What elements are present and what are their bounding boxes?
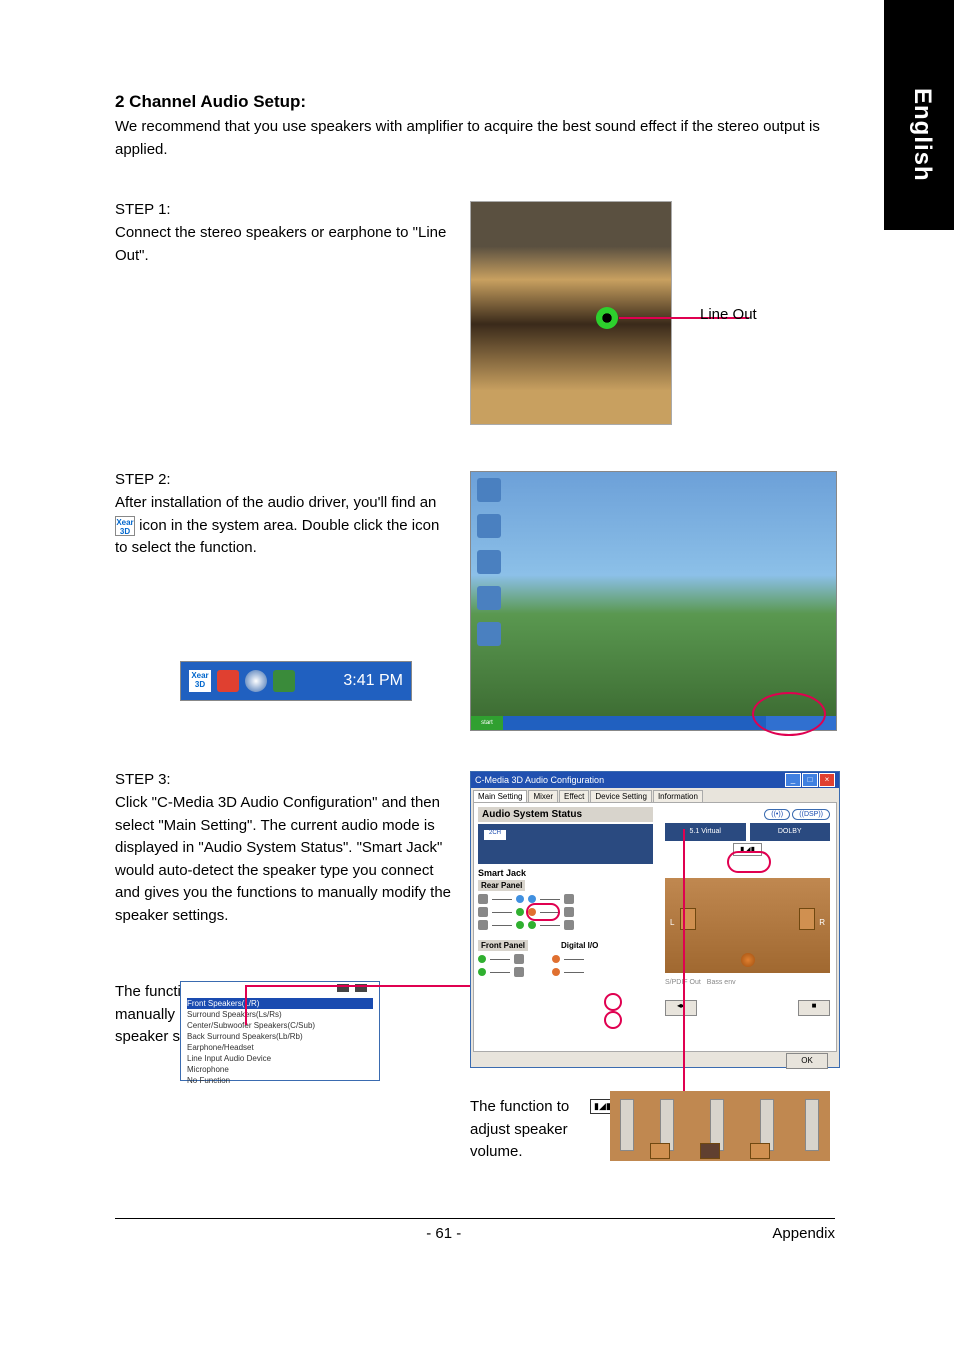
dropdown-option: Line Input Audio Device bbox=[187, 1053, 373, 1064]
play-button: ◂▸ bbox=[665, 1000, 697, 1016]
speaker-label: L bbox=[670, 918, 674, 927]
badge: DOLBY bbox=[750, 823, 831, 841]
dropdown-option: Center/Subwoofer Speakers(C/Sub) bbox=[187, 1020, 373, 1031]
intro-paragraph: We recommend that you use speakers with … bbox=[115, 116, 835, 161]
systray-screenshot: 3:41 PM bbox=[180, 661, 412, 701]
step3-block: STEP 3: Click "C-Media 3D Audio Configur… bbox=[115, 771, 835, 1191]
bassenv-label: Bass env bbox=[707, 979, 736, 986]
close-icon: × bbox=[819, 773, 835, 787]
volume-caption: The function to adjust speaker volume. bbox=[470, 1096, 585, 1164]
tray-clock: 3:41 PM bbox=[343, 672, 403, 690]
dropdown-option: Microphone bbox=[187, 1064, 373, 1075]
desktop-icon bbox=[477, 514, 501, 538]
rear-panel-label: Rear Panel bbox=[478, 880, 525, 891]
front-panel-label: Front Panel bbox=[478, 940, 528, 951]
desktop-icon bbox=[477, 586, 501, 610]
dropdown-option: Front Speakers(L/R) bbox=[187, 998, 373, 1009]
badge: 5.1 Virtual bbox=[665, 823, 746, 841]
dropdown-screenshot: Front Speakers(L/R) Surround Speakers(Ls… bbox=[180, 981, 380, 1081]
digital-io-label: Digital I/O bbox=[558, 940, 601, 951]
desktop-screenshot: start bbox=[470, 471, 837, 731]
step2-block: STEP 2: After installation of the audio … bbox=[115, 471, 835, 731]
tray-icon bbox=[245, 670, 267, 692]
desktop-icon bbox=[477, 550, 501, 574]
config-window: C-Media 3D Audio Configuration _ □ × Mai… bbox=[470, 771, 840, 1068]
tab: Main Setting bbox=[473, 790, 527, 802]
window-title: C-Media 3D Audio Configuration bbox=[475, 772, 604, 788]
page-footer: - 61 - Appendix bbox=[115, 1218, 835, 1242]
status-panel: 2CH bbox=[478, 824, 653, 864]
section-heading: 2 Channel Audio Setup: bbox=[115, 92, 835, 112]
speaker-icon bbox=[650, 1143, 670, 1159]
tab: Mixer bbox=[528, 790, 558, 802]
callout-circle bbox=[727, 851, 771, 873]
volume-slider bbox=[620, 1099, 634, 1151]
jack-row bbox=[478, 907, 653, 917]
speaker-right bbox=[799, 908, 815, 930]
jack-row bbox=[478, 954, 653, 964]
desktop-icons bbox=[477, 478, 507, 658]
xear3d-icon bbox=[115, 516, 135, 536]
dropdown-option: Earphone/Headset bbox=[187, 1042, 373, 1053]
speaker-icon bbox=[750, 1143, 770, 1159]
tabs: Main Setting Mixer Effect Device Setting… bbox=[471, 788, 839, 802]
callout-circle bbox=[526, 903, 560, 921]
side-tab-label: English bbox=[908, 88, 936, 182]
callout-line bbox=[245, 985, 247, 1025]
pill: ((•)) bbox=[764, 809, 790, 820]
tab: Information bbox=[653, 790, 703, 802]
callout-circle bbox=[604, 993, 622, 1011]
speaker-label: R bbox=[819, 918, 825, 927]
line-out-jack bbox=[596, 307, 618, 329]
jack-row bbox=[478, 920, 653, 930]
speaker-room: L R bbox=[665, 878, 830, 973]
page-number: - 61 - bbox=[426, 1225, 461, 1242]
section-name: Appendix bbox=[772, 1225, 835, 1242]
window-buttons: _ □ × bbox=[785, 773, 835, 787]
mode-badge: 2CH bbox=[484, 830, 506, 840]
maximize-icon: □ bbox=[802, 773, 818, 787]
desktop-icon bbox=[477, 478, 501, 502]
tray-icon bbox=[217, 670, 239, 692]
smartjack-title: Smart Jack bbox=[478, 868, 653, 878]
taskbar: start bbox=[471, 716, 836, 730]
tray-icon bbox=[273, 670, 295, 692]
dropdown-option: No Function bbox=[187, 1075, 373, 1086]
step1-text: Connect the stereo speakers or earphone … bbox=[115, 222, 455, 267]
volume-slider bbox=[805, 1099, 819, 1151]
callout-circle bbox=[604, 1011, 622, 1029]
stop-button: ■ bbox=[798, 1000, 830, 1016]
status-title: Audio System Status bbox=[478, 807, 653, 822]
pill: ((DSP)) bbox=[792, 809, 830, 820]
right-area: ((•)) ((DSP)) 5.1 Virtual DOLBY ▮◢▮ bbox=[665, 809, 830, 1044]
tab: Device Setting bbox=[590, 790, 652, 802]
callout-line bbox=[683, 829, 685, 1094]
step2-text-part1: After installation of the audio driver, … bbox=[115, 494, 436, 511]
page-content: 2 Channel Audio Setup: We recommend that… bbox=[115, 92, 835, 1191]
jack-row bbox=[478, 894, 653, 904]
tab: Effect bbox=[559, 790, 589, 802]
ok-button: OK bbox=[786, 1053, 828, 1069]
start-button: start bbox=[471, 716, 503, 730]
step1-block: STEP 1: Connect the stereo speakers or e… bbox=[115, 201, 835, 431]
desktop-icon bbox=[477, 622, 501, 646]
volume-screenshot bbox=[610, 1091, 830, 1161]
minimize-icon: _ bbox=[785, 773, 801, 787]
step2-text-part2: icon in the system area. Double click th… bbox=[115, 517, 439, 557]
jack-row bbox=[478, 967, 653, 977]
window-titlebar: C-Media 3D Audio Configuration _ □ × bbox=[471, 772, 839, 788]
dropdown-option: Back Surround Speakers(Lb/Rb) bbox=[187, 1031, 373, 1042]
line-out-label: Line Out bbox=[700, 306, 757, 323]
listener-icon bbox=[741, 953, 755, 967]
step1-hardware-image bbox=[470, 201, 672, 425]
step2-text: After installation of the audio driver, … bbox=[115, 492, 455, 560]
step3-text: Click "C-Media 3D Audio Configuration" a… bbox=[115, 792, 455, 927]
main-panel: Audio System Status 2CH Smart Jack Rear … bbox=[473, 802, 837, 1052]
dropdown-option: Surround Speakers(Ls/Rs) bbox=[187, 1009, 373, 1020]
callout-circle bbox=[752, 692, 826, 736]
speaker-icon bbox=[700, 1143, 720, 1159]
xear3d-tray-icon bbox=[189, 670, 211, 692]
